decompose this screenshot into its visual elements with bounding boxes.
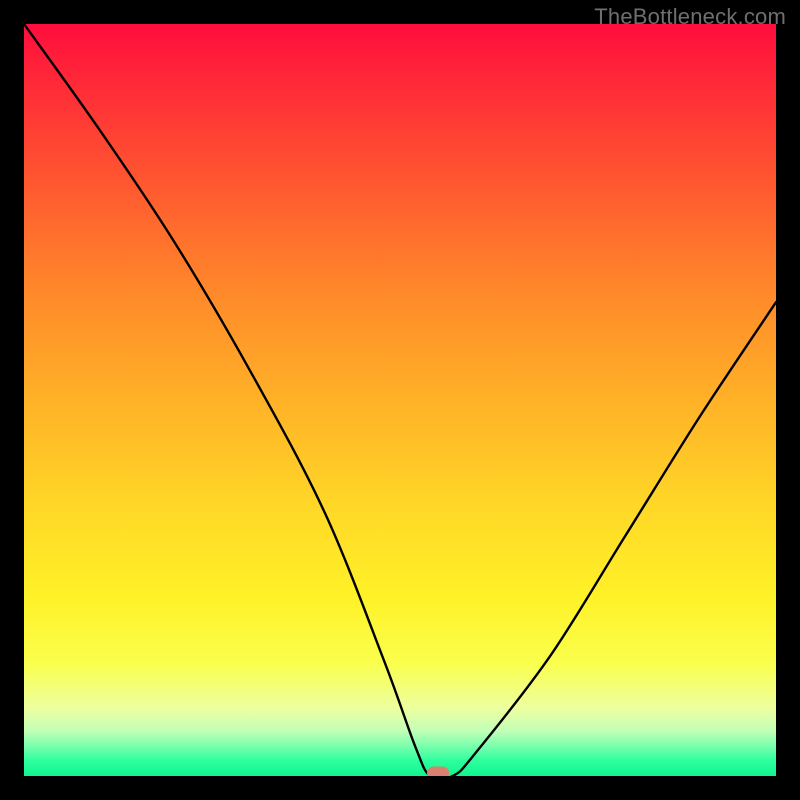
plot-area [24,24,776,776]
bottleneck-curve [24,24,776,776]
min-marker [427,767,449,777]
curve-layer [24,24,776,776]
watermark-text: TheBottleneck.com [594,4,786,30]
chart-frame: TheBottleneck.com [0,0,800,800]
